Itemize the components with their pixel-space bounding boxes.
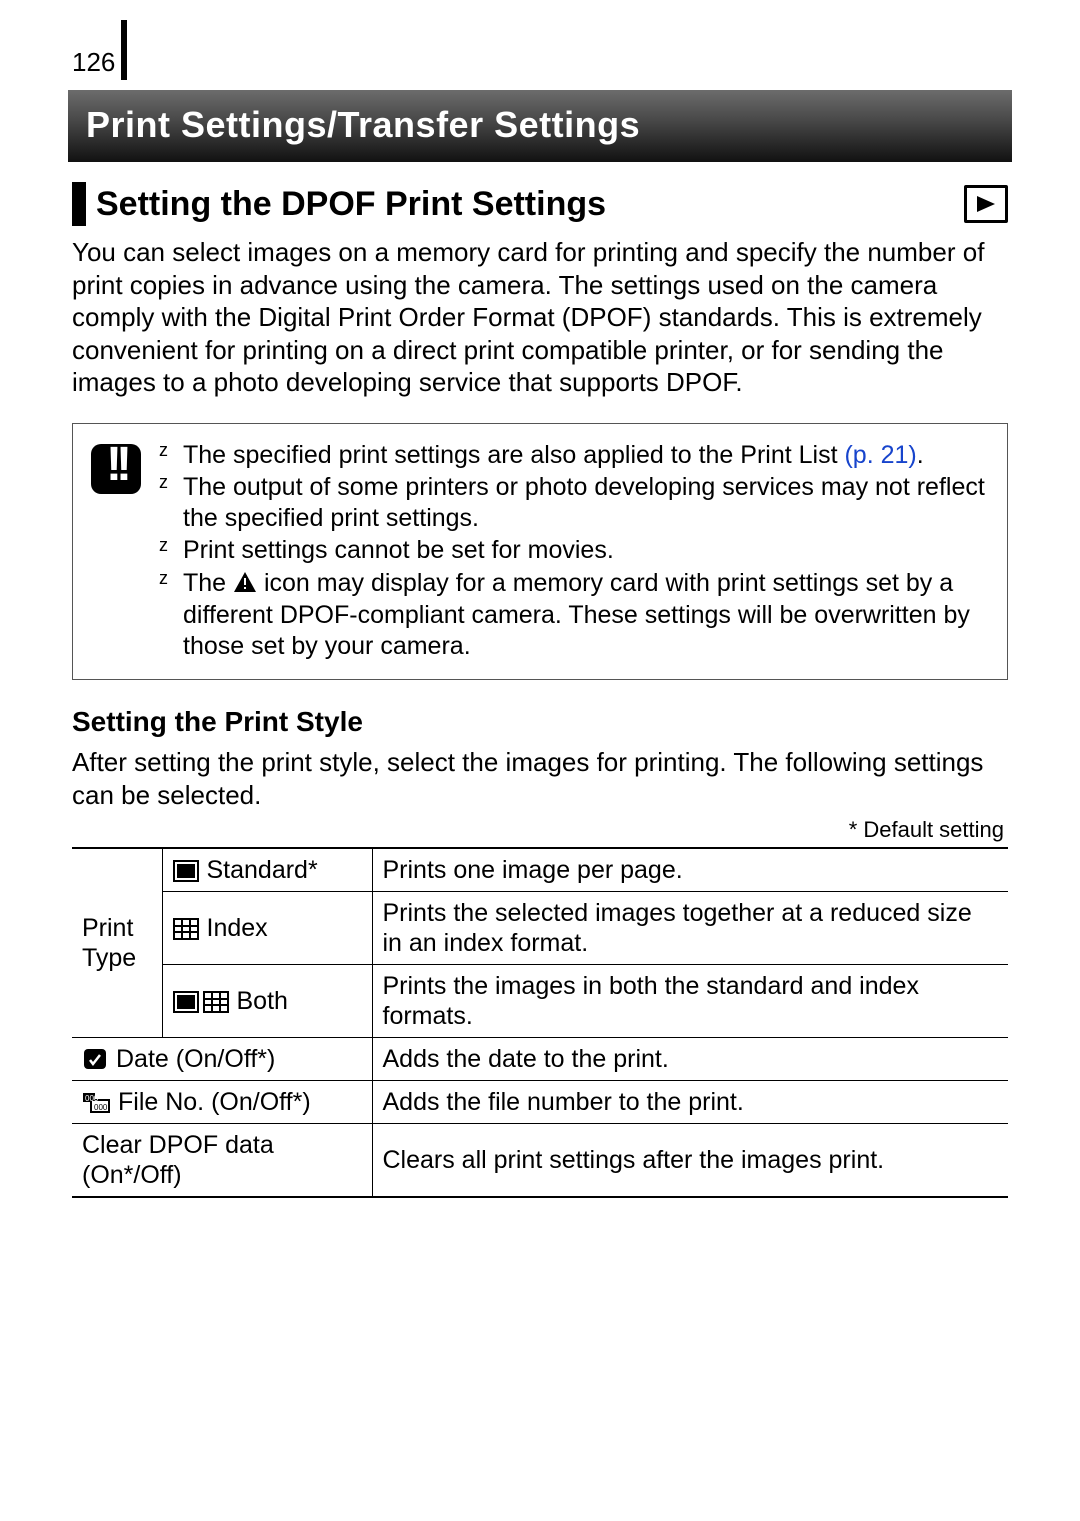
option-desc: Prints the selected images together at a… — [372, 892, 1008, 965]
bullet-z: z — [159, 472, 168, 494]
index-print-icon — [173, 918, 199, 940]
both-print-icon — [173, 991, 229, 1013]
bullet-z: z — [159, 440, 168, 462]
subsection-heading: Setting the Print Style — [72, 706, 1008, 738]
option-label: File No. (On/Off*) — [118, 1088, 311, 1116]
manual-page: 126 Print Settings/Transfer Settings Set… — [0, 0, 1080, 1521]
caution-icon: !! — [91, 444, 141, 494]
warning-triangle-icon — [233, 570, 257, 601]
option-label: Date (On/Off*) — [116, 1045, 275, 1073]
section-heading: Setting the DPOF Print Settings — [72, 182, 606, 226]
caution-item: z The specified print settings are also … — [159, 440, 989, 471]
chapter-title: Print Settings/Transfer Settings — [68, 90, 1012, 162]
option-cell: Both — [162, 965, 372, 1038]
option-desc: Adds the file number to the print. — [372, 1081, 1008, 1124]
caution-item: z The output of some printers or photo d… — [159, 472, 989, 533]
table-row: Print Type Standard* Prints one image pe… — [72, 848, 1008, 892]
caution-text: Print settings cannot be set for movies. — [183, 536, 614, 564]
option-cell: Clear DPOF data (On*/Off) — [72, 1124, 372, 1198]
option-desc: Prints one image per page. — [372, 848, 1008, 892]
option-cell: Date (On/Off*) — [72, 1038, 372, 1081]
bullet-z: z — [159, 568, 168, 590]
file-number-icon: 000000 — [82, 1090, 110, 1114]
caution-text: The output of some printers or photo dev… — [183, 473, 985, 532]
bullet-z: z — [159, 535, 168, 557]
page-number: 126 — [72, 47, 121, 78]
section-heading-tab — [72, 182, 86, 226]
caution-text: The specified print settings are also ap… — [183, 441, 844, 469]
playback-mode-icon — [964, 185, 1008, 223]
default-setting-note: * Default setting — [72, 817, 1004, 843]
page-ref-link[interactable]: (p. 21) — [844, 441, 916, 469]
print-type-rowhead: Print Type — [72, 848, 162, 1038]
caution-item: z Print settings cannot be set for movie… — [159, 535, 989, 566]
print-style-table: Print Type Standard* Prints one image pe… — [72, 847, 1008, 1198]
option-cell: 000000 File No. (On/Off*) — [72, 1081, 372, 1124]
option-desc: Adds the date to the print. — [372, 1038, 1008, 1081]
section-intro: You can select images on a memory card f… — [72, 236, 1008, 399]
table-row: Index Prints the selected images togethe… — [72, 892, 1008, 965]
standard-print-icon — [173, 860, 199, 882]
subsection-intro: After setting the print style, select th… — [72, 746, 1008, 811]
caution-list: z The specified print settings are also … — [159, 440, 989, 664]
table-row: 000000 File No. (On/Off*) Adds the file n… — [72, 1081, 1008, 1124]
caution-text: icon may display for a memory card with … — [183, 569, 970, 660]
option-cell: Standard* — [162, 848, 372, 892]
option-cell: Index — [162, 892, 372, 965]
table-row: Both Prints the images in both the stand… — [72, 965, 1008, 1038]
option-label: Both — [237, 987, 288, 1015]
section-heading-row: Setting the DPOF Print Settings — [72, 182, 1008, 226]
caution-text: The — [183, 569, 233, 597]
caution-box: !! z The specified print settings are al… — [72, 423, 1008, 681]
table-row: Clear DPOF data (On*/Off) Clears all pri… — [72, 1124, 1008, 1198]
option-desc: Clears all print settings after the imag… — [372, 1124, 1008, 1198]
option-label: Standard* — [207, 856, 318, 884]
caution-text: . — [917, 441, 924, 469]
section-heading-text: Setting the DPOF Print Settings — [96, 185, 606, 224]
svg-text:000: 000 — [94, 1103, 108, 1112]
option-desc: Prints the images in both the standard a… — [372, 965, 1008, 1038]
table-row: Date (On/Off*) Adds the date to the prin… — [72, 1038, 1008, 1081]
date-icon — [82, 1047, 108, 1071]
option-label: Index — [207, 914, 268, 942]
option-label: Clear DPOF data (On*/Off) — [82, 1131, 274, 1189]
page-number-divider — [121, 20, 127, 80]
page-number-block: 126 — [72, 20, 1008, 78]
svg-text:000: 000 — [85, 1094, 99, 1103]
caution-item: z The icon may display for a memory card… — [159, 568, 989, 662]
